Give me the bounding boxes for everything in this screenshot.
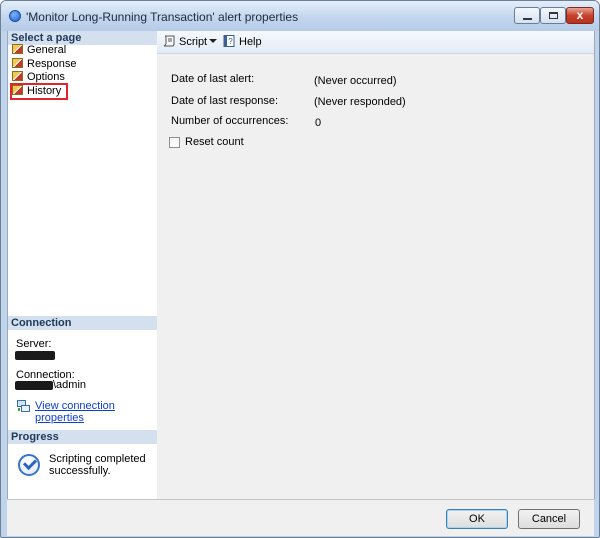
right-pane: Script ? Help Date of last alert: (Never… — [157, 31, 595, 499]
selection-highlight — [10, 83, 68, 100]
page-icon — [12, 58, 23, 68]
page-icon — [12, 44, 23, 54]
script-label: Script — [179, 36, 208, 48]
left-pane: Select a page General Response Options H… — [7, 31, 158, 499]
sidebar-item-label: General — [27, 44, 67, 56]
help-icon: ? — [223, 35, 235, 47]
connection-user: \admin — [53, 379, 87, 391]
connection-properties-icon — [17, 400, 30, 412]
cancel-button[interactable]: Cancel — [518, 509, 580, 529]
ok-button[interactable]: OK — [446, 509, 508, 529]
sidebar-item-label: Options — [27, 71, 65, 83]
select-page-header: Select a page — [8, 31, 157, 45]
last-alert-value: (Never occurred) — [314, 75, 397, 87]
properties-dialog: 'Monitor Long-Running Transaction' alert… — [0, 0, 600, 538]
sidebar-item-response[interactable]: Response — [12, 58, 77, 71]
reset-count-label[interactable]: Reset count — [185, 136, 244, 148]
view-connection-properties-link[interactable]: View connection properties — [35, 400, 157, 424]
help-label: Help — [239, 36, 262, 48]
chevron-down-icon — [209, 39, 217, 43]
redacted-server-name — [15, 351, 55, 360]
toolbar: Script ? Help — [157, 31, 594, 54]
sidebar-item-general[interactable]: General — [12, 44, 66, 57]
close-button[interactable]: x — [566, 7, 594, 24]
connection-header: Connection — [8, 316, 157, 330]
occurrences-label: Number of occurrences: — [171, 115, 289, 127]
dialog-footer: OK Cancel — [7, 499, 594, 536]
minimize-button[interactable] — [514, 7, 540, 24]
alert-icon — [9, 10, 21, 22]
reset-count-checkbox[interactable] — [169, 137, 180, 148]
page-icon — [12, 71, 23, 81]
occurrences-value: 0 — [315, 117, 322, 129]
title-bar[interactable]: 'Monitor Long-Running Transaction' alert… — [1, 1, 599, 31]
script-icon — [163, 35, 175, 47]
server-label: Server: — [16, 338, 52, 350]
close-icon: x — [576, 8, 584, 22]
window-title: 'Monitor Long-Running Transaction' alert… — [26, 10, 299, 24]
last-alert-label: Date of last alert: — [171, 73, 255, 85]
maximize-button[interactable] — [540, 7, 566, 24]
sidebar-item-label: Response — [27, 58, 77, 70]
help-button[interactable]: ? Help — [223, 35, 262, 49]
maximize-icon — [549, 12, 558, 19]
svg-text:?: ? — [228, 37, 233, 46]
check-icon — [18, 454, 40, 476]
last-response-value: (Never responded) — [314, 96, 406, 108]
redacted-connection-name — [15, 381, 53, 390]
script-dropdown-button[interactable] — [209, 35, 217, 49]
script-button[interactable]: Script — [163, 35, 207, 49]
progress-status: Scripting completed successfully. — [49, 453, 146, 477]
minimize-icon — [523, 18, 532, 20]
last-response-label: Date of last response: — [171, 95, 279, 107]
progress-header: Progress — [8, 430, 157, 444]
